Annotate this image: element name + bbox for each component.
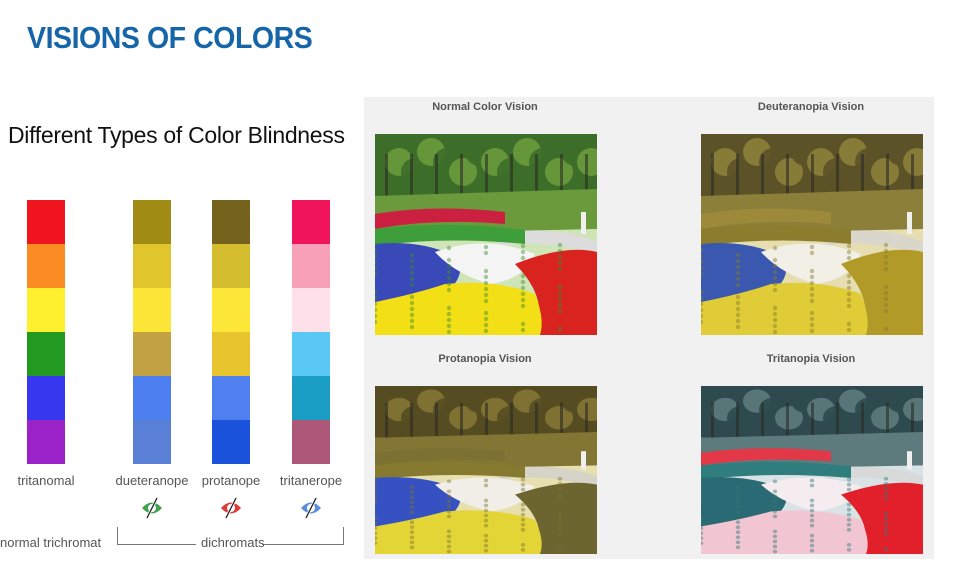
- strip-label-protanope: protanope: [201, 473, 261, 488]
- photo-deuteranopia-vision: [701, 134, 923, 335]
- strip-label-dueteranope: dueteranope: [115, 473, 189, 488]
- color-swatch: [292, 332, 330, 376]
- color-swatch: [133, 332, 171, 376]
- color-swatch: [292, 420, 330, 464]
- vision-comparison-panel: Normal Color Vision Deuteranopia Vision …: [364, 97, 934, 559]
- eye-blocked-icon: [219, 497, 243, 524]
- color-swatch: [27, 376, 65, 420]
- photo-tritanopia-vision: [701, 386, 923, 554]
- color-strip-tritanerope: [292, 200, 330, 464]
- color-swatch: [133, 244, 171, 288]
- color-swatch: [212, 332, 250, 376]
- dichromats-label: dichromats: [201, 535, 265, 550]
- color-swatch: [292, 376, 330, 420]
- color-swatch: [133, 376, 171, 420]
- strip-label-tritanerope: tritanerope: [279, 473, 343, 488]
- color-swatch: [27, 200, 65, 244]
- eye-blocked-icon: [140, 497, 164, 524]
- photo-normal-vision: [375, 134, 597, 335]
- eye-blocked-icon: [299, 497, 323, 524]
- color-swatch: [212, 288, 250, 332]
- caption-tritanopia: Tritanopia Vision: [766, 353, 856, 365]
- page-title: VISIONS OF COLORS: [27, 20, 313, 55]
- strip-label-tritanomal: tritanomal: [17, 473, 75, 488]
- caption-protanopia: Protanopia Vision: [438, 353, 532, 365]
- color-swatch: [27, 244, 65, 288]
- color-swatch: [212, 200, 250, 244]
- color-swatch: [27, 288, 65, 332]
- color-strip-dueteranope: [133, 200, 171, 464]
- normal-trichromat-label: normal trichromat: [0, 535, 102, 550]
- color-swatch: [133, 288, 171, 332]
- color-swatch: [133, 420, 171, 464]
- photo-protanopia-vision: [375, 386, 597, 554]
- color-swatch: [27, 420, 65, 464]
- color-swatch: [292, 200, 330, 244]
- color-strip-protanope: [212, 200, 250, 464]
- color-strip-tritanomal: [27, 200, 65, 464]
- color-swatch: [292, 244, 330, 288]
- caption-normal: Normal Color Vision: [432, 101, 538, 113]
- color-swatch: [212, 376, 250, 420]
- chart-subtitle: Different Types of Color Blindness: [8, 122, 345, 148]
- color-swatch: [27, 332, 65, 376]
- caption-deuteranopia: Deuteranopia Vision: [757, 101, 865, 113]
- color-swatch: [212, 420, 250, 464]
- color-swatch: [292, 288, 330, 332]
- color-swatch: [212, 244, 250, 288]
- color-swatch: [133, 200, 171, 244]
